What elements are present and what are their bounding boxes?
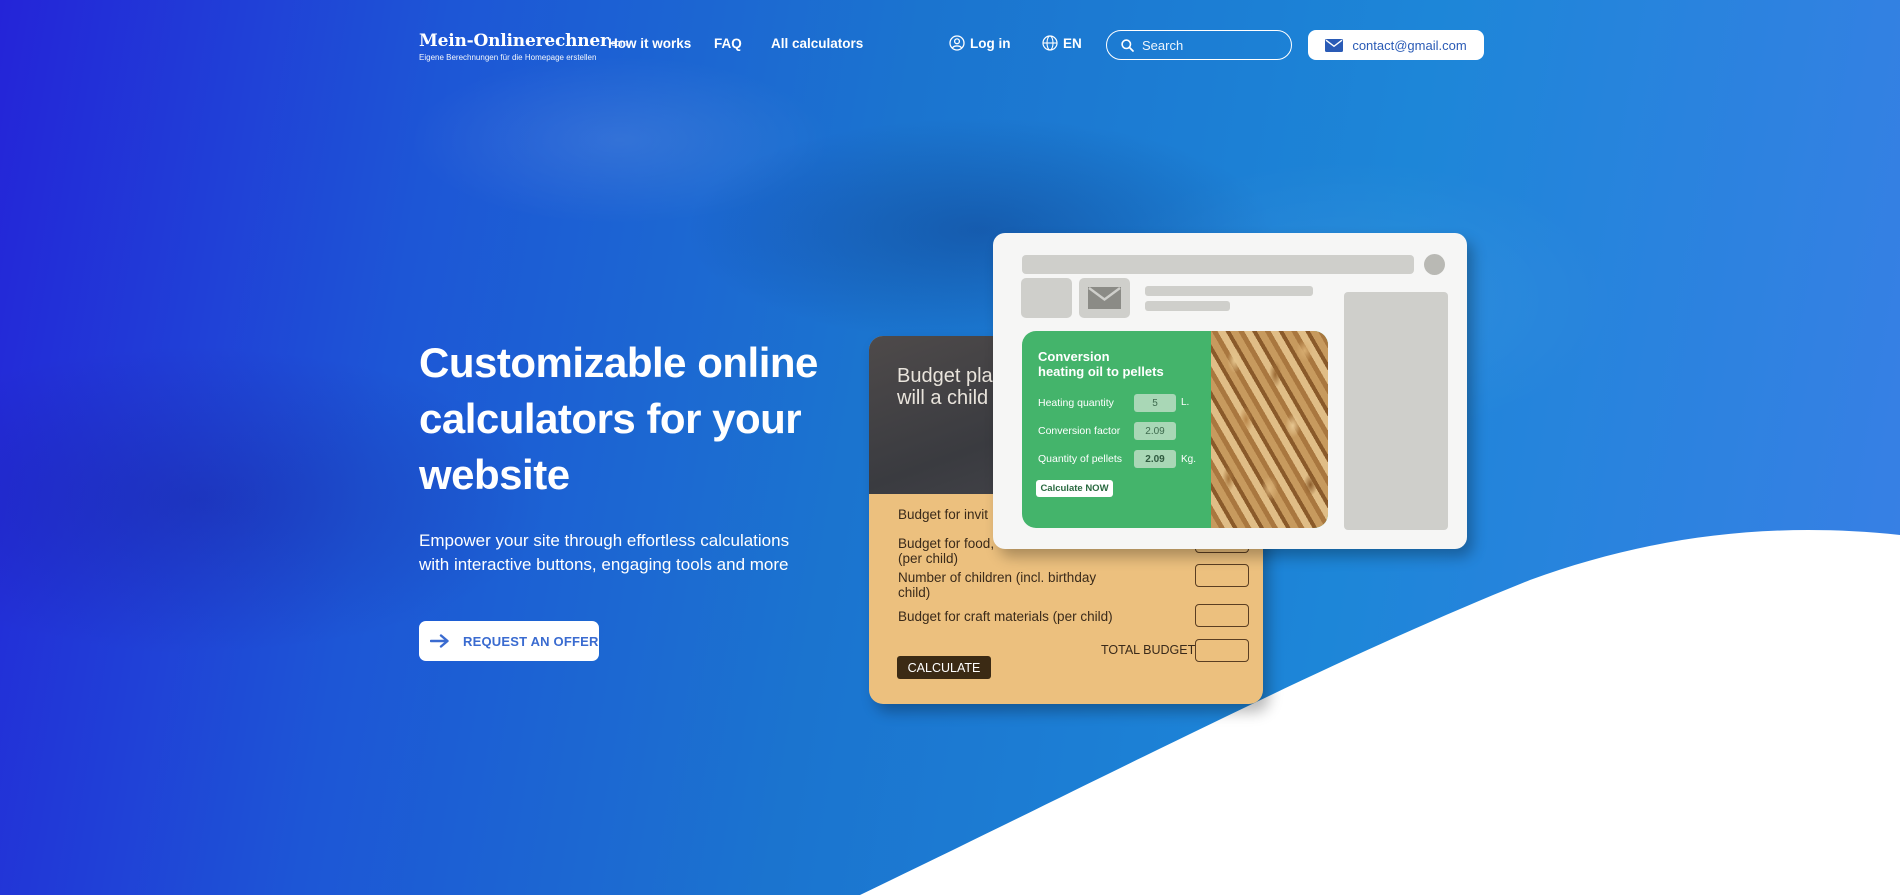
arrow-right-icon xyxy=(430,634,449,648)
calculate-now-button: Calculate NOW xyxy=(1036,480,1113,497)
pellet-widget-title: Conversion heating oil to pellets xyxy=(1038,349,1164,379)
envelope-icon xyxy=(1325,38,1344,52)
budget-field-input xyxy=(1195,604,1249,627)
budget-card-title-line2: will a child xyxy=(897,387,989,409)
pellet-row-value: 2.09 xyxy=(1134,422,1176,440)
budget-field-input xyxy=(1195,564,1249,587)
budget-field-label: Budget for invit xyxy=(898,507,989,522)
pellet-row-unit: L. xyxy=(1181,397,1190,408)
pellet-row-value: 5 xyxy=(1134,394,1176,412)
search-box[interactable] xyxy=(1106,30,1292,60)
hero-headline: Customizable online calculators for your… xyxy=(419,339,818,498)
language-label: EN xyxy=(1063,35,1082,51)
pellet-row-label: Quantity of pellets xyxy=(1038,453,1123,465)
user-circle-icon xyxy=(949,35,965,51)
login-label: Log in xyxy=(970,35,1011,51)
search-input[interactable] xyxy=(1142,37,1272,53)
top-navigation: Mein-Onlinerechner.com Eigene Berechnung… xyxy=(0,0,1900,90)
logo-main-text: Mein-Onlinerechner xyxy=(419,31,609,51)
budget-field-label: Budget for craft materials (per child) xyxy=(898,609,1113,624)
nav-link-all-calculators[interactable]: All calculators xyxy=(771,36,863,51)
budget-calculate-button: CALCULATE xyxy=(897,656,991,679)
pellet-row-value: 2.09 xyxy=(1134,450,1176,468)
pellet-widget-title-line2: heating oil to pellets xyxy=(1038,364,1164,379)
site-logo[interactable]: Mein-Onlinerechner.com Eigene Berechnung… xyxy=(419,31,628,62)
hero-section: Mein-Onlinerechner.com Eigene Berechnung… xyxy=(0,0,1900,895)
hero-subline: Empower your site through effortless cal… xyxy=(419,531,790,574)
budget-field-label: Budget for food, (per child) xyxy=(898,536,995,566)
pellet-conversion-widget: Conversion heating oil to pellets Heatin… xyxy=(1022,331,1328,528)
contact-email-button[interactable]: contact@gmail.com xyxy=(1308,30,1484,60)
budget-field-label: Number of children (incl. birthday child… xyxy=(898,570,1097,600)
pellet-row-label: Heating quantity xyxy=(1038,397,1114,409)
total-budget-input xyxy=(1195,639,1249,662)
logo-tagline: Eigene Berechnungen für die Homepage ers… xyxy=(419,53,597,62)
language-selector[interactable]: EN xyxy=(1042,35,1082,51)
envelope-icon xyxy=(1088,287,1121,309)
contact-email-text: contact@gmail.com xyxy=(1352,37,1467,53)
mockup-text-line xyxy=(1145,301,1230,311)
wood-pellets-image xyxy=(1211,331,1328,528)
login-link[interactable]: Log in xyxy=(949,35,1011,51)
globe-icon xyxy=(1042,35,1058,51)
pellet-widget-title-line1: Conversion xyxy=(1038,349,1110,364)
total-budget-label: TOTAL BUDGET xyxy=(1101,643,1196,657)
budget-card-title-line1: Budget pla xyxy=(897,365,993,387)
mockup-sidebar xyxy=(1344,292,1448,530)
search-icon xyxy=(1121,38,1134,52)
mockup-block xyxy=(1021,278,1072,318)
pellet-row-label: Conversion factor xyxy=(1038,425,1121,437)
budget-card-title: Budget pla will a child xyxy=(897,365,993,409)
mockup-text-line xyxy=(1145,286,1313,296)
nav-link-faq[interactable]: FAQ xyxy=(714,36,742,51)
mockup-mail-block xyxy=(1079,278,1130,318)
mockup-address-bar xyxy=(1022,255,1414,274)
request-offer-label: REQUEST AN OFFER xyxy=(463,633,599,649)
mockup-avatar xyxy=(1424,254,1445,275)
website-mockup-preview: Conversion heating oil to pellets Heatin… xyxy=(993,233,1467,549)
nav-link-how-it-works[interactable]: How it works xyxy=(608,36,691,51)
pellet-row-unit: Kg. xyxy=(1181,454,1197,465)
request-offer-button[interactable]: REQUEST AN OFFER xyxy=(419,621,599,661)
